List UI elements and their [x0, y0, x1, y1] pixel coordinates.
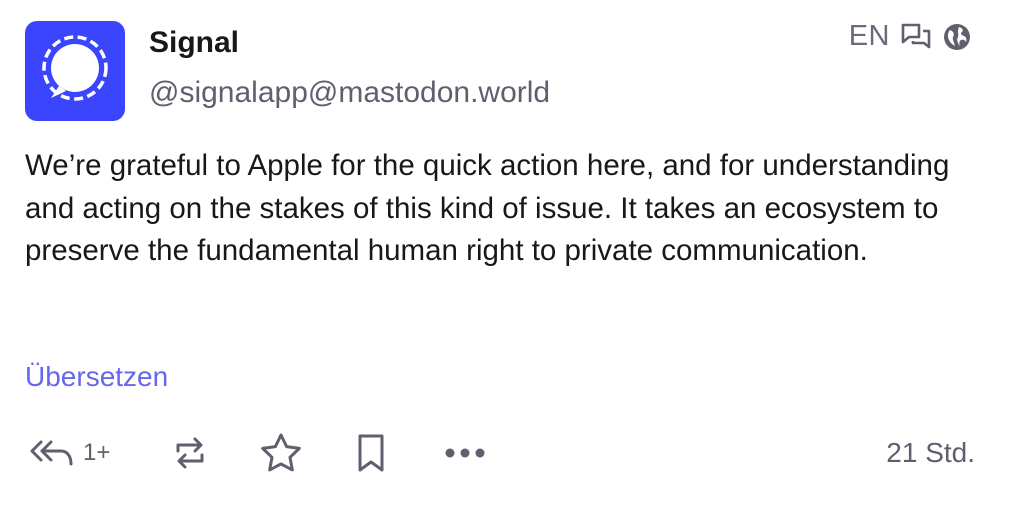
boost-button[interactable]	[170, 425, 210, 481]
reply-button[interactable]: 1+	[29, 425, 110, 481]
language-label: EN	[848, 20, 890, 52]
avatar[interactable]	[25, 21, 125, 121]
reply-count: 1+	[83, 439, 111, 466]
star-icon	[261, 433, 301, 472]
translate-link[interactable]: Übersetzen	[25, 361, 168, 393]
signal-logo-icon	[42, 35, 108, 101]
post-meta: EN	[849, 20, 972, 53]
account-display-name[interactable]: Signal	[149, 26, 239, 60]
favourite-button[interactable]	[259, 425, 303, 481]
action-bar: 1+	[25, 425, 978, 481]
globe-icon[interactable]	[942, 22, 972, 52]
post-timestamp[interactable]: 21 Std.	[886, 437, 975, 469]
conversation-icon[interactable]	[900, 22, 932, 52]
post-content: We’re grateful to Apple for the quick ac…	[25, 149, 950, 267]
boost-icon	[176, 437, 204, 469]
more-icon	[445, 448, 485, 458]
bookmark-button[interactable]	[353, 425, 389, 481]
account-handle[interactable]: @signalapp@mastodon.world	[149, 76, 550, 110]
more-button[interactable]	[444, 425, 486, 481]
reply-all-icon	[30, 440, 73, 466]
bookmark-icon	[358, 434, 384, 472]
